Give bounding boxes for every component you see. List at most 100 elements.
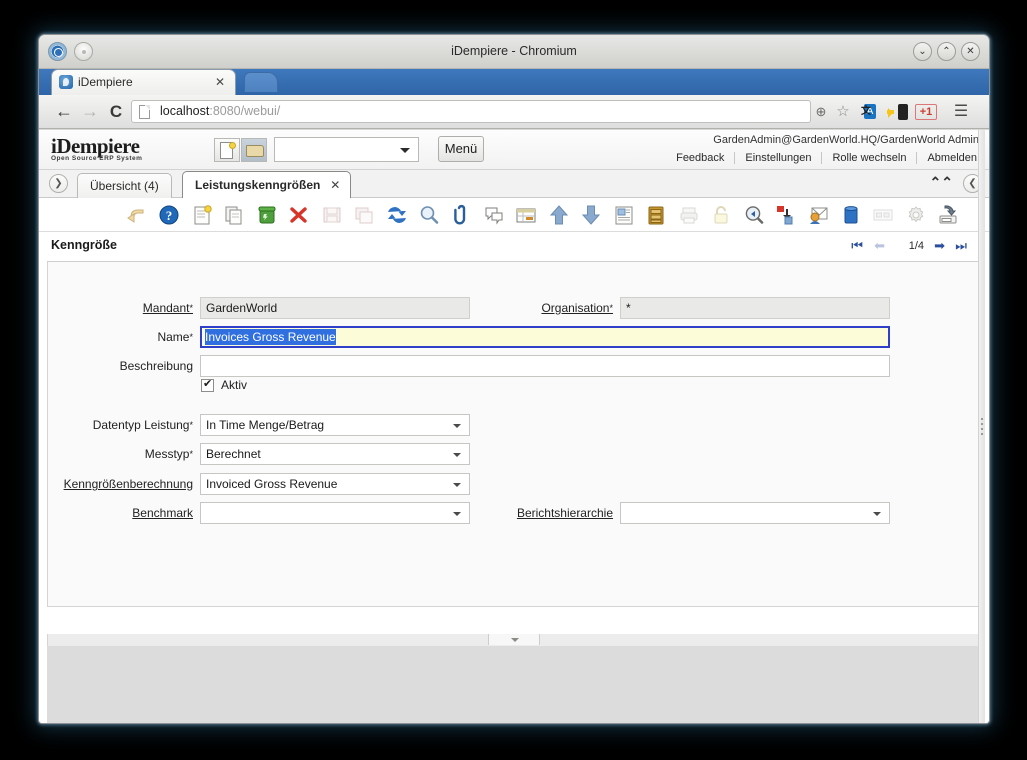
form-header: Kenngröße ⏮ ⬅ 1/4 ➡ ⏭ xyxy=(47,232,981,262)
page-info-icon[interactable] xyxy=(139,105,150,119)
request-icon[interactable] xyxy=(805,202,833,228)
window-minimize-button[interactable]: ⌄ xyxy=(913,42,932,61)
browser-tab-close-icon[interactable]: ✕ xyxy=(215,75,225,89)
archive-icon[interactable] xyxy=(642,202,670,228)
bookmark-star-icon[interactable]: ☆ xyxy=(833,102,853,122)
new-window-icon[interactable] xyxy=(214,138,240,162)
delete-selection-icon[interactable] xyxy=(285,202,313,228)
field-name[interactable]: Invoices Gross Revenue xyxy=(200,326,890,348)
pane-splitter[interactable] xyxy=(47,634,981,646)
find-icon[interactable] xyxy=(415,202,443,228)
last-record-icon[interactable]: ⏭ xyxy=(955,238,967,254)
chevron-down-icon xyxy=(400,148,410,158)
link-abmelden[interactable]: Abmelden xyxy=(917,152,979,164)
tab-uebersicht[interactable]: Übersicht (4) xyxy=(77,173,172,198)
desktop-background: iDempiere - Chromium ⌄ ⌃ ✕ iDempiere ✕ ←… xyxy=(0,0,1027,760)
webpage-viewport: iDempiere Open Source ERP System Menü Ga… xyxy=(39,130,989,723)
label-benchmark: Benchmark xyxy=(132,506,193,520)
select-berichtshierarchie[interactable] xyxy=(620,502,890,524)
save-create-icon xyxy=(350,202,378,228)
print-icon xyxy=(675,202,703,228)
label-berichtshierarchie: Berichtshierarchie xyxy=(516,506,613,520)
delete-icon[interactable] xyxy=(253,202,281,228)
link-einstellungen[interactable]: Einstellungen xyxy=(735,152,823,164)
global-search-combo[interactable] xyxy=(274,137,419,162)
zoom-icon[interactable]: ⊕ xyxy=(811,102,831,122)
address-bar[interactable]: localhost:8080/webui/ xyxy=(131,100,811,123)
next-record-icon[interactable]: ➡ xyxy=(934,238,945,254)
browser-tabstrip: iDempiere ✕ xyxy=(39,69,989,95)
help-icon[interactable]: ? xyxy=(155,202,183,228)
window-titlebar: iDempiere - Chromium ⌄ ⌃ ✕ xyxy=(39,35,989,69)
report-icon[interactable] xyxy=(610,202,638,228)
attachment-icon[interactable] xyxy=(448,202,476,228)
refresh-icon[interactable] xyxy=(383,202,411,228)
bottom-pane xyxy=(47,646,981,723)
undo-icon[interactable] xyxy=(123,202,151,228)
open-folder-icon[interactable] xyxy=(241,138,267,162)
splitter-handle[interactable] xyxy=(488,634,540,645)
tab-label: Leistungskenngrößen xyxy=(195,178,321,192)
logo-tagline: Open Source ERP System xyxy=(51,155,143,162)
first-record-icon[interactable]: ⏮ xyxy=(851,238,863,254)
select-messtyp[interactable]: Berechnet xyxy=(200,443,470,465)
menu-button[interactable]: Menü xyxy=(438,136,484,162)
label-kenngroessenberechnung: Kenngrößenberechnung xyxy=(63,477,193,491)
chat-icon[interactable] xyxy=(480,202,508,228)
google-plusone-icon[interactable]: +1 xyxy=(915,104,937,120)
translate-icon[interactable]: A 文 xyxy=(861,102,881,122)
new-record-icon[interactable] xyxy=(188,202,216,228)
preference-gear-icon xyxy=(902,202,930,228)
select-datentyp-leistung[interactable]: In Time Menge/Betrag xyxy=(200,414,470,436)
window-title: iDempiere - Chromium xyxy=(451,44,577,58)
window-maximize-button[interactable]: ⌃ xyxy=(937,42,956,61)
label-name: Name* xyxy=(157,330,193,344)
link-feedback[interactable]: Feedback xyxy=(666,152,736,164)
checkbox-aktiv[interactable] xyxy=(201,377,214,392)
label-mandant: Mandant* xyxy=(142,301,193,315)
window-tab-row: ❯ Übersicht (4) Leistungskenngrößen ✕ ⌃⌃… xyxy=(39,170,989,198)
forward-icon[interactable]: → xyxy=(79,101,101,122)
select-kenngroessenberechnung-value: Invoiced Gross Revenue xyxy=(206,477,338,491)
idempiere-header: iDempiere Open Source ERP System Menü Ga… xyxy=(39,130,989,170)
field-name-value: Invoices Gross Revenue xyxy=(205,329,336,345)
back-icon[interactable]: ← xyxy=(53,101,75,122)
label-messtyp: Messtyp* xyxy=(144,447,193,461)
grid-toggle-icon[interactable] xyxy=(512,202,540,228)
browser-menu-icon[interactable]: ☰ xyxy=(951,102,971,122)
right-pane-splitter[interactable] xyxy=(978,130,985,723)
tab-close-icon[interactable]: ✕ xyxy=(330,172,340,198)
device-arrow-head xyxy=(888,108,898,118)
previous-record-icon[interactable]: ⬅ xyxy=(874,238,885,254)
field-beschreibung[interactable] xyxy=(200,355,890,377)
select-messtyp-value: Berechnet xyxy=(206,447,261,461)
tab-leistungskenngroessen[interactable]: Leistungskenngrößen ✕ xyxy=(182,171,352,198)
detail-record-icon[interactable] xyxy=(577,202,605,228)
url-host: localhost xyxy=(160,104,210,118)
label-datentyp-leistung: Datentyp Leistung* xyxy=(92,418,193,432)
zoom-across-icon[interactable] xyxy=(740,202,768,228)
expand-left-panel-icon[interactable]: ❯ xyxy=(49,174,68,193)
chromium-window: iDempiere - Chromium ⌄ ⌃ ✕ iDempiere ✕ ←… xyxy=(38,34,990,724)
link-rolle-wechseln[interactable]: Rolle wechseln xyxy=(822,152,918,164)
label-beschreibung: Beschreibung xyxy=(119,359,193,373)
reload-icon[interactable]: C xyxy=(105,101,127,122)
chevron-down-icon xyxy=(453,453,461,461)
collapse-toolbar-icon[interactable]: ⌃⌃ xyxy=(930,174,953,191)
browser-tab-idempiere[interactable]: iDempiere ✕ xyxy=(51,69,236,95)
select-benchmark[interactable] xyxy=(200,502,470,524)
send-to-device-icon[interactable] xyxy=(887,102,909,122)
label-aktiv: Aktiv xyxy=(221,378,248,392)
new-tab-button[interactable] xyxy=(244,72,278,92)
chevron-down-icon xyxy=(453,424,461,432)
parent-record-icon[interactable] xyxy=(545,202,573,228)
window-close-button[interactable]: ✕ xyxy=(961,42,980,61)
field-mandant: GardenWorld xyxy=(200,297,470,319)
user-role-info: GardenAdmin@GardenWorld.HQ/GardenWorld A… xyxy=(713,134,979,146)
copy-record-icon[interactable] xyxy=(220,202,248,228)
process-icon[interactable] xyxy=(772,202,800,228)
product-info-icon[interactable] xyxy=(837,202,865,228)
select-kenngroessenberechnung[interactable]: Invoiced Gross Revenue xyxy=(200,473,470,495)
header-links: Feedback Einstellungen Rolle wechseln Abmel… xyxy=(666,152,979,164)
archive-document-icon[interactable] xyxy=(934,202,962,228)
